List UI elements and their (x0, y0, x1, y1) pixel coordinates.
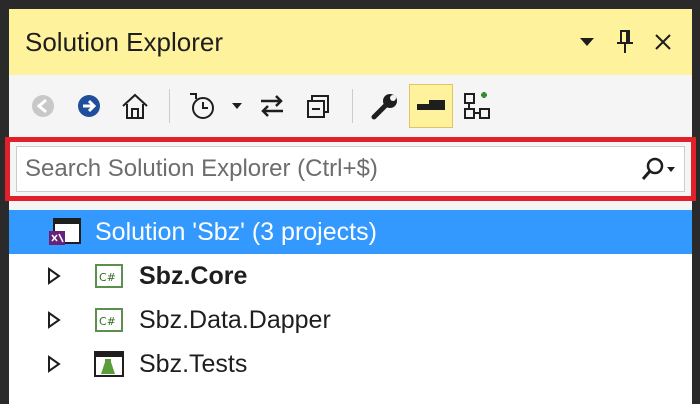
search-icon[interactable] (630, 155, 684, 183)
window-position-dropdown-icon[interactable] (568, 23, 606, 61)
solution-tree: Solution 'Sbz' (3 projects) C# Sbz.Core (9, 210, 692, 404)
sync-with-active-document-icon[interactable] (250, 84, 294, 128)
close-icon[interactable] (644, 23, 682, 61)
expand-arrow-icon[interactable] (39, 311, 69, 329)
pin-icon[interactable] (606, 23, 644, 61)
tree-row-project[interactable]: C# Sbz.Data.Dapper (9, 298, 692, 342)
tree-item-label: Sbz.Data.Dapper (139, 305, 331, 334)
solution-explorer-window: Solution Explorer Search Solution Explor… (0, 0, 700, 404)
tree-row-project[interactable]: C# Sbz.Core (9, 254, 692, 298)
csharp-project-icon: C# (89, 261, 129, 291)
collapse-all-icon[interactable] (296, 84, 340, 128)
tree-row-project[interactable]: Sbz.Tests (9, 342, 692, 386)
title-bar: Solution Explorer (9, 9, 692, 75)
toolbar-separator (169, 89, 170, 123)
properties-wrench-icon[interactable] (363, 84, 407, 128)
window-title: Solution Explorer (25, 26, 223, 57)
solution-icon (45, 217, 85, 247)
tree-item-label: Sbz.Core (139, 261, 248, 290)
search-input[interactable] (17, 154, 630, 184)
search-box (16, 146, 685, 192)
forward-icon[interactable] (67, 84, 111, 128)
expand-arrow-icon[interactable] (39, 267, 69, 285)
class-view-icon[interactable] (455, 84, 499, 128)
preview-selected-items-icon[interactable] (409, 84, 453, 128)
filter-dropdown-icon[interactable] (226, 84, 248, 128)
tree-item-label: Sbz.Tests (139, 349, 248, 378)
expand-arrow-icon[interactable] (39, 355, 69, 373)
tree-item-label: Solution 'Sbz' (3 projects) (95, 217, 377, 246)
test-project-icon (89, 349, 129, 379)
tree-row-solution[interactable]: Solution 'Sbz' (3 projects) (9, 210, 692, 254)
svg-text:C#: C# (99, 271, 116, 284)
toolbar-separator (352, 89, 353, 123)
svg-text:C#: C# (99, 315, 116, 328)
csharp-project-icon: C# (89, 305, 129, 335)
home-icon[interactable] (113, 84, 157, 128)
search-highlight-frame (5, 137, 696, 201)
back-icon[interactable] (21, 84, 65, 128)
pending-changes-filter-icon[interactable] (180, 84, 224, 128)
toolbar (9, 75, 692, 137)
